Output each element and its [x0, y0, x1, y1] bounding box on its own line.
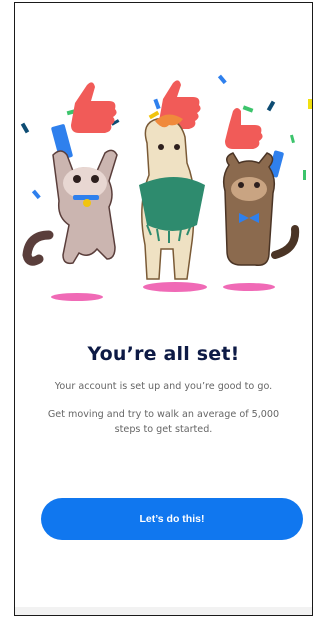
alpaca-icon — [139, 114, 205, 280]
otter-icon — [222, 152, 300, 266]
lets-do-this-button[interactable]: Let’s do this! — [41, 498, 303, 540]
screen: You’re all set! Your account is set up a… — [14, 2, 313, 616]
bottom-bar — [15, 607, 312, 615]
cat-icon — [22, 149, 118, 266]
description-text: Get moving and try to walk an average of… — [47, 409, 280, 435]
celebration-animals-icon — [20, 74, 312, 301]
page-title: You’re all set! — [87, 343, 240, 365]
subtitle-text: Your account is set up and you’re good t… — [54, 381, 273, 392]
